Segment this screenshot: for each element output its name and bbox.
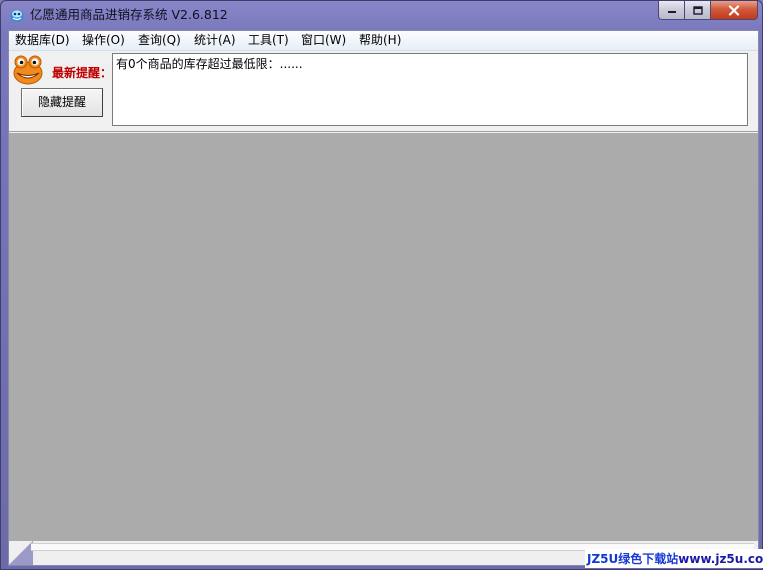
menu-window[interactable]: 窗口(W) [301,33,346,48]
menu-bar: 数据库(D) 操作(O) 查询(Q) 统计(A) 工具(T) 窗口(W) 帮助(… [9,31,758,51]
menu-query[interactable]: 查询(Q) [138,33,181,48]
app-logo-icon [10,10,24,22]
watermark-url: www.jz5u.com [678,552,763,566]
reminder-message-box[interactable]: 有0个商品的库存超过最低限：...... [112,53,748,126]
menu-help[interactable]: 帮助(H) [359,33,401,48]
hide-reminder-button[interactable]: 隐藏提醒 [21,88,103,117]
watermark: JZ5U绿色下载站www.jz5u.com [585,549,763,568]
app-window: 亿愿通用商品进销存系统 V2.6.812 数据库(D) 操作(O) 查询(Q) … [0,0,763,570]
client-area: 数据库(D) 操作(O) 查询(Q) 统计(A) 工具(T) 窗口(W) 帮助(… [8,30,759,566]
title-bar[interactable]: 亿愿通用商品进销存系统 V2.6.812 [1,1,762,29]
menu-tools[interactable]: 工具(T) [248,33,289,48]
maximize-button[interactable] [685,1,711,20]
window-title: 亿愿通用商品进销存系统 V2.6.812 [30,7,228,22]
menu-database[interactable]: 数据库(D) [15,33,70,48]
reminder-message: 有0个商品的库存超过最低限：...... [116,57,303,71]
reminder-label: 最新提醒： [52,66,113,80]
close-icon [728,4,740,16]
corner-decoration [9,541,33,565]
menu-operation[interactable]: 操作(O) [82,33,125,48]
watermark-brand: JZ5U [587,552,619,566]
maximize-icon [692,5,703,15]
minimize-button[interactable] [658,1,685,20]
minimize-icon [667,11,676,13]
close-button[interactable] [711,1,758,20]
caption-buttons [658,1,758,21]
mdi-workspace [9,133,758,541]
frog-mascot-icon [13,55,43,85]
menu-statistics[interactable]: 统计(A) [194,33,236,48]
watermark-text: 绿色下载站 [618,552,679,566]
reminder-panel: 最新提醒： 隐藏提醒 有0个商品的库存超过最低限：...... [9,51,758,132]
